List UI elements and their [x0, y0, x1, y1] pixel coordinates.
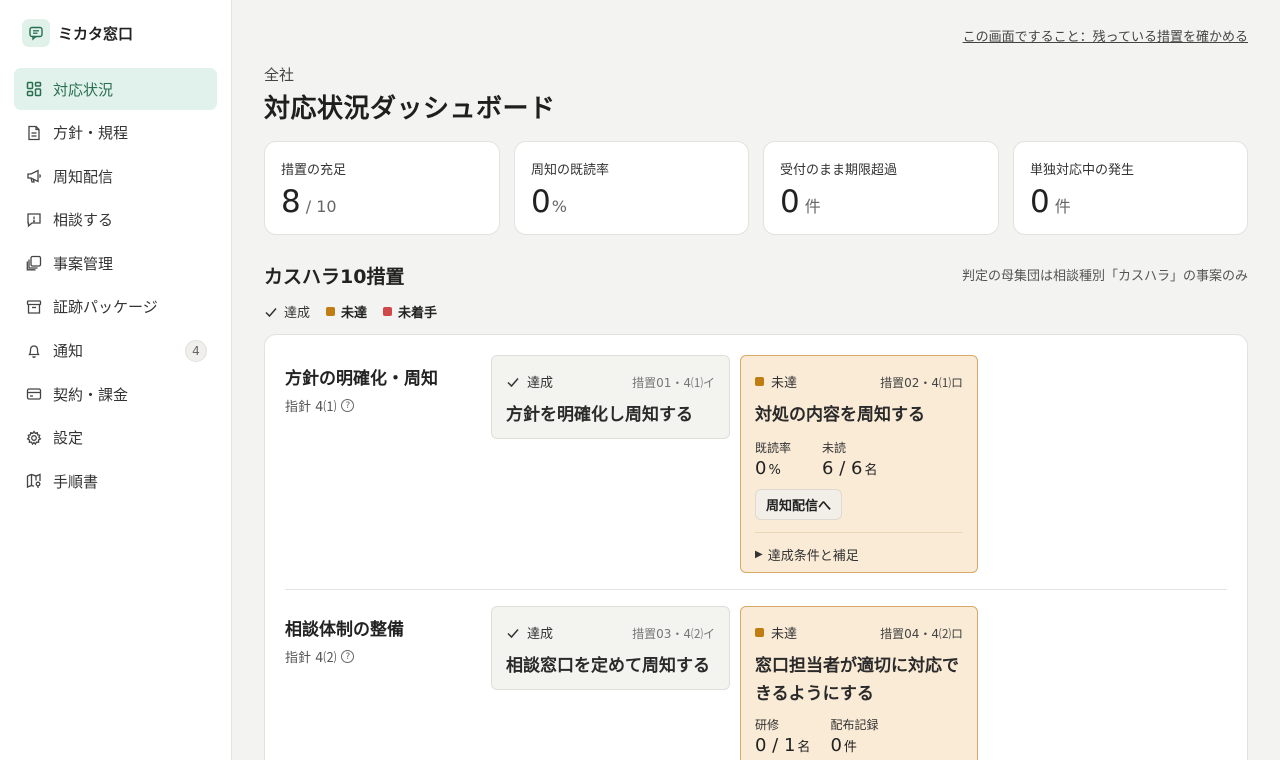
triangle-right-icon: ▶	[755, 549, 763, 560]
dashboard-icon	[25, 80, 43, 98]
measure-metrics: 研修 0 / 1名 配布記録 0件	[755, 716, 963, 756]
row-title: 相談体制の整備	[285, 620, 404, 640]
bell-icon	[25, 342, 43, 360]
sidebar-item-label: 相談する	[53, 211, 114, 230]
gear-icon	[25, 429, 43, 447]
archive-icon	[25, 298, 43, 316]
sidebar-item-label: 手順書	[53, 472, 99, 491]
stat-value: 8	[281, 184, 301, 220]
unmet-dot-icon	[326, 307, 336, 316]
help-icon[interactable]: ?	[341, 399, 355, 412]
metric-distribution-records: 配布記録 0件	[830, 718, 879, 756]
purpose-help-link[interactable]: この画面ですること：残っている措置を確かめる	[963, 26, 1248, 45]
app-name: ミカタ窓口	[58, 24, 134, 43]
scope-label: 全社	[264, 66, 295, 84]
conditions-disclosure[interactable]: ▶ 達成条件と補足	[755, 545, 963, 564]
document-icon	[25, 124, 43, 142]
row-guideline: 指針 4⑴ ?	[285, 396, 355, 415]
measure-title: 方針を明確化し周知する	[506, 405, 693, 425]
stat-label: 周知の既読率	[531, 163, 610, 178]
stat-value: 0	[531, 184, 551, 220]
help-icon[interactable]: ?	[341, 650, 355, 663]
map-icon	[25, 472, 43, 490]
page-title: 対応状況ダッシュボード	[264, 94, 556, 124]
sidebar-item-policy[interactable]: 方針・規程	[14, 112, 217, 154]
sidebar-item-label: 証跡パッケージ	[53, 298, 158, 317]
legend-item-not-started: 未着手	[383, 302, 437, 321]
stat-card-solo-incidents: 単独対応中の発生 0件	[1013, 141, 1248, 235]
measure-code: 措置02・4⑴ロ	[880, 376, 963, 390]
sidebar-item-label: 設定	[53, 429, 84, 448]
folders-icon	[25, 254, 43, 272]
check-icon	[506, 626, 520, 640]
section-note: 判定の母集団は相談種別「カスハラ」の事案のみ	[961, 269, 1248, 284]
stat-label: 措置の充足	[281, 163, 347, 178]
stat-unit: 件	[804, 197, 821, 216]
measure-card[interactable]: 達成 措置03・4⑵イ 相談窓口を定めて周知する	[491, 606, 730, 690]
go-broadcast-button[interactable]: 周知配信へ	[755, 489, 843, 520]
chat-logo-icon	[22, 19, 50, 47]
not-started-dot-icon	[383, 307, 393, 316]
measure-code: 措置01・4⑴イ	[632, 376, 715, 390]
sidebar-item-billing[interactable]: 契約・課金	[14, 373, 217, 415]
row-guideline: 指針 4⑵ ?	[285, 647, 355, 666]
card-icon	[25, 385, 43, 403]
status-legend: 達成 未達 未着手	[264, 302, 449, 321]
stat-value: 0	[780, 184, 800, 220]
divider	[755, 532, 963, 533]
sidebar-item-evidence[interactable]: 証跡パッケージ	[14, 286, 217, 328]
row-divider	[285, 589, 1227, 590]
check-icon	[264, 305, 278, 319]
sidebar-item-consult[interactable]: 相談する	[14, 199, 217, 241]
stat-label: 単独対応中の発生	[1030, 163, 1135, 178]
measure-title: 窓口担当者が適切に対応できるようにする	[755, 656, 959, 704]
sidebar-item-cases[interactable]: 事案管理	[14, 242, 217, 284]
sidebar-item-label: 契約・課金	[53, 385, 129, 404]
sidebar-item-broadcast[interactable]: 周知配信	[14, 155, 217, 197]
measure-card[interactable]: 達成 措置01・4⑴イ 方針を明確化し周知する	[491, 355, 730, 439]
measure-metrics: 既読率 0% 未読 6 / 6名	[755, 439, 963, 479]
sidebar-item-label: 方針・規程	[53, 124, 129, 143]
stat-card-read-rate: 周知の既読率 0%	[514, 141, 749, 235]
measure-code: 措置04・4⑵ロ	[880, 627, 963, 641]
row-title: 方針の明確化・周知	[285, 369, 438, 389]
metric-training: 研修 0 / 1名	[755, 718, 811, 756]
sidebar-item-notifications[interactable]: 通知 4	[14, 330, 217, 372]
message-alert-icon	[25, 211, 43, 229]
stat-label: 受付のまま期限超過	[780, 163, 898, 178]
notification-count-badge: 4	[185, 339, 207, 362]
sidebar-item-label: 事案管理	[53, 254, 114, 273]
sidebar: ミカタ窓口 対応状況 方針・規程 周知配信 相談する 事案管理 証跡パッケージ	[0, 0, 232, 760]
check-icon	[506, 375, 520, 389]
sidebar-nav: 対応状況 方針・規程 周知配信 相談する 事案管理 証跡パッケージ 通知 4 契…	[14, 68, 217, 504]
stat-unit: %	[551, 197, 567, 216]
metric-read-rate: 既読率 0%	[755, 441, 792, 479]
sidebar-item-label: 周知配信	[53, 167, 114, 186]
sidebar-item-dashboard[interactable]: 対応状況	[14, 68, 217, 110]
unmet-dot-icon	[755, 377, 764, 386]
megaphone-icon	[25, 167, 43, 185]
sidebar-item-label: 対応状況	[53, 80, 114, 99]
brand[interactable]: ミカタ窓口	[22, 19, 133, 47]
measure-title: 対処の内容を周知する	[755, 405, 925, 425]
legend-item-unmet: 未達	[326, 302, 367, 321]
measures-panel: 方針の明確化・周知 指針 4⑴ ? 達成 措置01・4⑴イ 方針を明確化し周知す…	[264, 334, 1248, 760]
stat-value: 0	[1030, 184, 1050, 220]
sidebar-item-label: 通知	[53, 342, 84, 361]
section-title: カスハラ10措置	[264, 266, 405, 288]
measure-code: 措置03・4⑵イ	[632, 627, 715, 641]
metric-unread: 未読 6 / 6名	[822, 441, 878, 479]
measure-card[interactable]: 未達 措置02・4⑴ロ 対処の内容を周知する 既読率 0% 未読 6 / 6名 …	[740, 355, 978, 573]
measure-title: 相談窓口を定めて周知する	[506, 656, 710, 676]
sidebar-item-settings[interactable]: 設定	[14, 417, 217, 459]
stat-card-measures: 措置の充足 8/ 10	[264, 141, 500, 235]
measure-card[interactable]: 未達 措置04・4⑵ロ 窓口担当者が適切に対応できるようにする 研修 0 / 1…	[740, 606, 978, 760]
sidebar-item-manual[interactable]: 手順書	[14, 460, 217, 502]
stat-unit: 件	[1054, 197, 1071, 216]
legend-item-done: 達成	[264, 302, 310, 321]
unmet-dot-icon	[755, 628, 764, 637]
stat-unit: / 10	[305, 197, 337, 216]
stat-card-overdue: 受付のまま期限超過 0件	[763, 141, 999, 235]
